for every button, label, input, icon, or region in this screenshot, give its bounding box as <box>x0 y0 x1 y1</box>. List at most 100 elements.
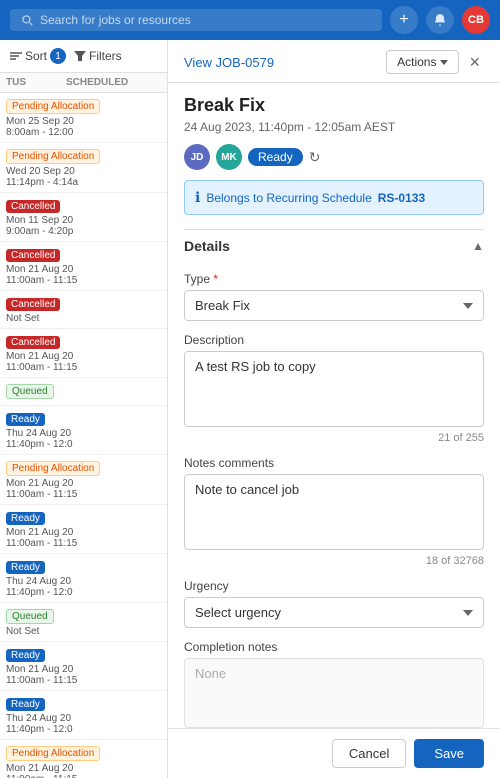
main-layout: Sort 1 Filters TUS SCHEDULED Pending All… <box>0 40 500 778</box>
close-button[interactable]: × <box>465 52 484 73</box>
sort-button[interactable]: Sort 1 <box>10 48 66 64</box>
type-label: Type * <box>184 272 484 286</box>
list-item[interactable]: Queued <box>0 378 167 406</box>
list-item[interactable]: Pending Allocation Mon 21 Aug 2011:00am … <box>0 455 167 505</box>
panel-header: View JOB-0579 Actions × <box>168 40 500 83</box>
urgency-label: Urgency <box>184 579 484 593</box>
column-headers: TUS SCHEDULED <box>0 73 167 93</box>
sort-badge: 1 <box>50 48 66 64</box>
list-item[interactable]: Cancelled Not Set <box>0 291 167 329</box>
job-list: Pending Allocation Mon 25 Sep 208:00am -… <box>0 93 167 778</box>
sort-icon <box>10 51 22 61</box>
job-title: Break Fix <box>184 95 484 116</box>
scheduled-text: Mon 21 Aug 2011:00am - 11:15 <box>6 351 161 373</box>
cancel-button[interactable]: Cancel <box>332 739 406 768</box>
details-section-header[interactable]: Details ▲ <box>184 229 484 262</box>
list-item[interactable]: Cancelled Mon 21 Aug 2011:00am - 11:15 <box>0 242 167 291</box>
panel-body: Break Fix 24 Aug 2023, 11:40pm - 12:05am… <box>168 83 500 728</box>
completion-notes-display: None <box>184 658 484 728</box>
list-item[interactable]: Cancelled Mon 11 Sep 209:00am - 4:20p <box>0 193 167 242</box>
list-item[interactable]: Ready Thu 24 Aug 2011:40pm - 12:0 <box>0 406 167 455</box>
status-pill: Ready <box>6 413 45 426</box>
save-button[interactable]: Save <box>414 739 484 768</box>
job-list-panel: Sort 1 Filters TUS SCHEDULED Pending All… <box>0 40 168 778</box>
scheduled-text: Mon 21 Aug 2011:00am - 11:15 <box>6 664 161 686</box>
scheduled-text: Thu 24 Aug 2011:40pm - 12:0 <box>6 428 161 450</box>
filter-icon <box>74 51 86 61</box>
scheduled-text: Mon 21 Aug 2011:00am - 11:15 <box>6 478 161 500</box>
status-pill: Ready <box>6 512 45 525</box>
view-job-link[interactable]: View JOB-0579 <box>184 55 274 70</box>
urgency-select[interactable]: Select urgency Low Medium High Critical <box>184 597 484 628</box>
list-item[interactable]: Pending Allocation Wed 20 Sep 2011:14pm … <box>0 143 167 193</box>
details-chevron-icon: ▲ <box>472 239 484 253</box>
list-item[interactable]: Pending Allocation Mon 21 Aug 2011:00am … <box>0 740 167 778</box>
notes-textarea[interactable]: Note to cancel job <box>184 474 484 550</box>
job-detail-panel: View JOB-0579 Actions × Break Fix 24 Aug… <box>168 40 500 778</box>
list-item[interactable]: Ready Thu 24 Aug 2011:40pm - 12:0 <box>0 691 167 740</box>
status-pill: Cancelled <box>6 200 60 213</box>
type-select[interactable]: Break Fix <box>184 290 484 321</box>
actions-button[interactable]: Actions <box>386 50 459 74</box>
status-pill: Cancelled <box>6 249 60 262</box>
filter-bar: Sort 1 Filters <box>0 40 167 73</box>
status-col-header: TUS <box>6 77 66 88</box>
recurring-schedule-banner: ℹ Belongs to Recurring Schedule RS-0133 <box>184 180 484 215</box>
header-actions: Actions × <box>386 50 484 74</box>
filters-button[interactable]: Filters <box>74 49 122 63</box>
status-pill: Pending Allocation <box>6 99 100 114</box>
scheduled-text: Mon 25 Sep 208:00am - 12:00 <box>6 116 161 138</box>
banner-text: Belongs to Recurring Schedule <box>206 191 371 205</box>
list-item[interactable]: Ready Mon 21 Aug 2011:00am - 11:15 <box>0 642 167 691</box>
status-pill: Pending Allocation <box>6 461 100 476</box>
status-pill: Cancelled <box>6 298 60 311</box>
type-required: * <box>213 272 218 286</box>
type-field-group: Type * Break Fix <box>184 272 484 321</box>
list-item[interactable]: Pending Allocation Mon 25 Sep 208:00am -… <box>0 93 167 143</box>
search-placeholder: Search for jobs or resources <box>40 13 191 27</box>
top-navigation: Search for jobs or resources + CB <box>0 0 500 40</box>
scheduled-col-header: SCHEDULED <box>66 77 161 88</box>
urgency-field-group: Urgency Select urgency Low Medium High C… <box>184 579 484 628</box>
scheduled-text: Thu 24 Aug 2011:40pm - 12:0 <box>6 576 161 598</box>
search-icon <box>20 13 34 27</box>
notifications-button[interactable] <box>426 6 454 34</box>
notes-field-group: Notes comments Note to cancel job 18 of … <box>184 456 484 567</box>
details-section-label: Details <box>184 238 230 254</box>
panel-footer: Cancel Save <box>168 728 500 778</box>
sort-label: Sort <box>25 49 47 63</box>
description-textarea[interactable]: A test RS job to copy <box>184 351 484 427</box>
chevron-down-icon <box>440 60 448 65</box>
status-pill: Pending Allocation <box>6 746 100 761</box>
user-avatar[interactable]: CB <box>462 6 490 34</box>
scheduled-text: Not Set <box>6 313 161 324</box>
completion-notes-label: Completion notes <box>184 640 484 654</box>
avatar-row: JD MK Ready ↻ <box>184 144 484 170</box>
status-pill: Queued <box>6 384 54 399</box>
description-label: Description <box>184 333 484 347</box>
status-pill: Ready <box>6 698 45 711</box>
filters-label: Filters <box>89 49 122 63</box>
notes-label: Notes comments <box>184 456 484 470</box>
refresh-icon[interactable]: ↻ <box>309 149 321 166</box>
avatar-2[interactable]: MK <box>216 144 242 170</box>
ready-status-badge: Ready <box>248 148 303 166</box>
rs-link[interactable]: RS-0133 <box>378 191 425 205</box>
scheduled-text: Mon 21 Aug 2011:00am - 11:15 <box>6 527 161 549</box>
scheduled-text: Not Set <box>6 626 161 637</box>
search-bar[interactable]: Search for jobs or resources <box>10 9 382 31</box>
list-item[interactable]: Queued Not Set <box>0 603 167 642</box>
list-item[interactable]: Cancelled Mon 21 Aug 2011:00am - 11:15 <box>0 329 167 378</box>
list-item[interactable]: Ready Thu 24 Aug 2011:40pm - 12:0 <box>0 554 167 603</box>
add-button[interactable]: + <box>390 6 418 34</box>
status-pill: Ready <box>6 649 45 662</box>
status-pill: Queued <box>6 609 54 624</box>
notes-char-count: 18 of 32768 <box>184 555 484 567</box>
status-pill: Ready <box>6 561 45 574</box>
list-item[interactable]: Ready Mon 21 Aug 2011:00am - 11:15 <box>0 505 167 554</box>
status-pill: Pending Allocation <box>6 149 100 164</box>
description-char-count: 21 of 255 <box>184 432 484 444</box>
status-pill: Cancelled <box>6 336 60 349</box>
avatar-1[interactable]: JD <box>184 144 210 170</box>
scheduled-text: Mon 21 Aug 2011:00am - 11:15 <box>6 264 161 286</box>
